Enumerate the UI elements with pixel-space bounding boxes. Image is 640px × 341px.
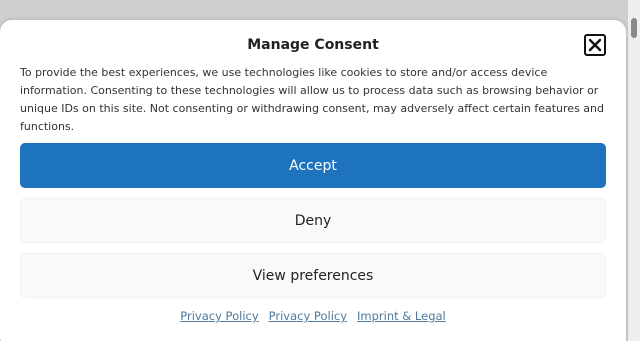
consent-dialog: Manage Consent To provide the best exper… xyxy=(0,20,626,341)
deny-button[interactable]: Deny xyxy=(20,198,606,243)
close-icon xyxy=(588,38,602,52)
privacy-policy-link[interactable]: Privacy Policy xyxy=(180,309,258,323)
consent-message: To provide the best experiences, we use … xyxy=(20,66,604,133)
imprint-legal-link[interactable]: Imprint & Legal xyxy=(357,309,446,323)
close-button[interactable] xyxy=(584,34,606,56)
dialog-title: Manage Consent xyxy=(247,37,379,53)
scrollbar[interactable] xyxy=(628,0,640,341)
accept-button[interactable]: Accept xyxy=(20,143,606,188)
scrollbar-thumb[interactable] xyxy=(631,18,637,38)
privacy-policy-link-2[interactable]: Privacy Policy xyxy=(269,309,347,323)
footer-links: Privacy Policy Privacy Policy Imprint & … xyxy=(0,309,626,323)
view-preferences-button[interactable]: View preferences xyxy=(20,253,606,298)
